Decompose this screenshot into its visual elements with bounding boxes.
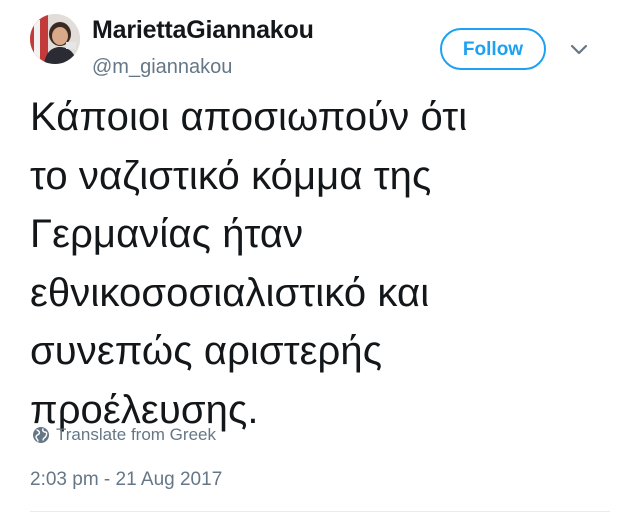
chevron-down-icon[interactable] — [566, 36, 592, 62]
follow-button[interactable]: Follow — [440, 28, 546, 70]
tweet-text-line: Γερμανίας ήταν — [30, 212, 304, 256]
display-name[interactable]: MariettaGiannakou — [92, 16, 314, 45]
avatar-image — [30, 14, 80, 64]
translate-link[interactable]: Translate from Greek — [32, 424, 216, 446]
user-handle[interactable]: @m_giannakou — [92, 56, 232, 79]
globe-icon — [33, 427, 49, 443]
tweet-text-line: Κάποιοι αποσιωπούν ότι — [30, 95, 468, 139]
divider — [30, 511, 610, 512]
tweet-text-line: το ναζιστικό κόμμα της — [30, 153, 432, 198]
tweet-text-line: συνεπώς αριστερής — [30, 329, 383, 373]
tweet-text: Κάποιοι αποσιωπούν ότι το ναζιστικό κόμμ… — [30, 88, 610, 439]
translate-label: Translate from Greek — [56, 425, 216, 444]
tweet-text-line: εθνικοσοσιαλιστικό και — [30, 270, 430, 315]
tweet-timestamp[interactable]: 2:03 pm - 21 Aug 2017 — [30, 469, 222, 491]
avatar[interactable] — [30, 14, 80, 64]
tweet-card: MariettaGiannakou @m_giannakou Follow Κά… — [0, 0, 629, 519]
